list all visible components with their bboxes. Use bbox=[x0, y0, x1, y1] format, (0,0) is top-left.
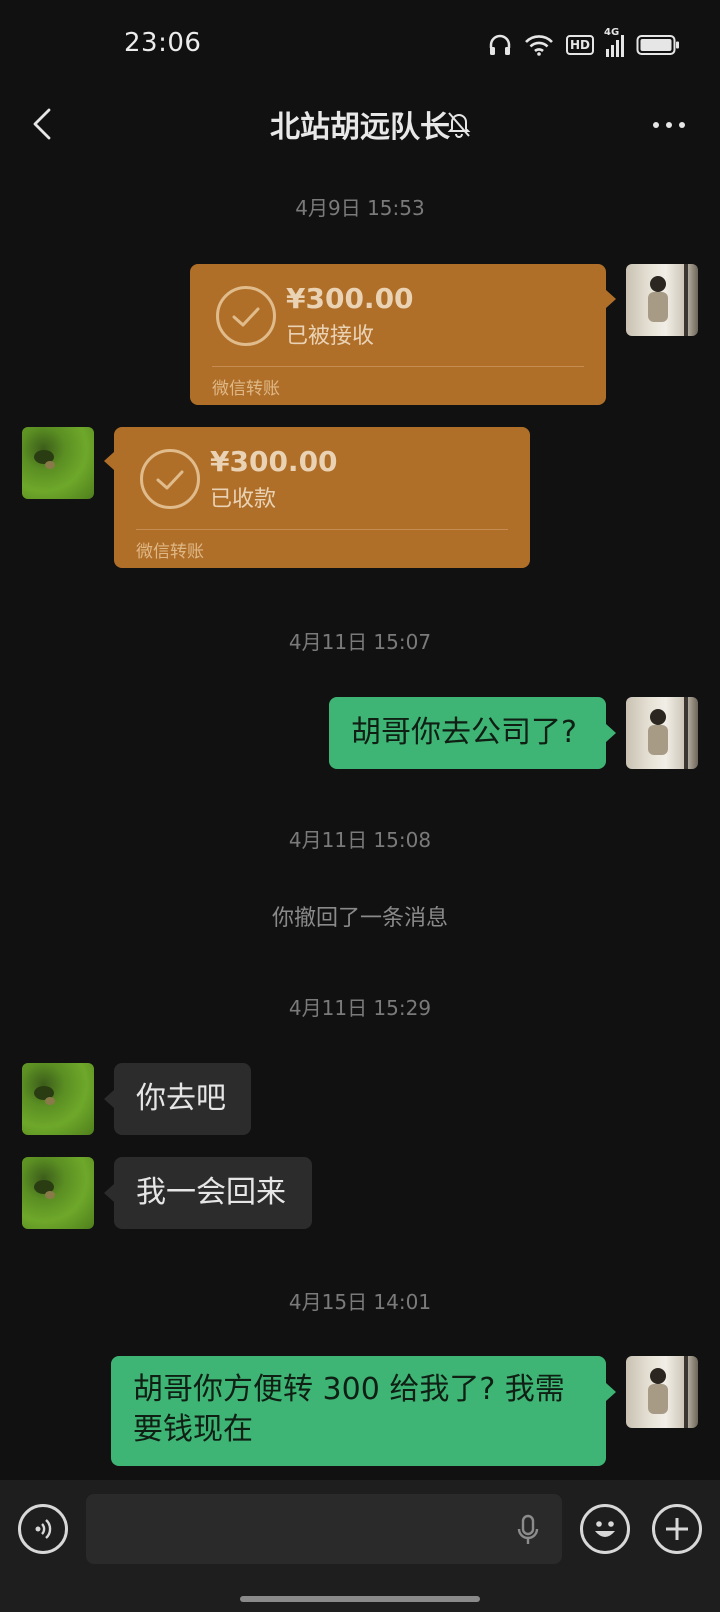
emoji-button[interactable] bbox=[580, 1504, 630, 1554]
transfer-card[interactable]: ¥300.00 已收款 微信转账 bbox=[114, 427, 530, 568]
message-bubble-received[interactable]: 我一会回来 bbox=[114, 1157, 312, 1229]
timestamp: 4月15日 14:01 bbox=[288, 1290, 432, 1314]
transfer-amount: ¥300.00 bbox=[210, 445, 338, 478]
check-circle-icon bbox=[140, 449, 200, 509]
add-more-button[interactable] bbox=[652, 1504, 702, 1554]
chat-title: 北站胡远队长 bbox=[270, 110, 450, 145]
status-time: 23:06 bbox=[124, 28, 202, 58]
headphones-icon bbox=[489, 34, 511, 55]
transfer-card[interactable]: ¥300.00 已被接收 微信转账 bbox=[190, 264, 606, 405]
voice-icon bbox=[35, 1519, 52, 1539]
wifi-icon bbox=[525, 35, 553, 56]
contact-avatar[interactable] bbox=[22, 427, 94, 499]
microphone-icon[interactable] bbox=[516, 1514, 540, 1546]
status-icons: HD 4G bbox=[488, 27, 680, 60]
message-bubble-sent[interactable]: 胡哥你方便转 300 给我了? 我需要钱现在 bbox=[111, 1356, 606, 1466]
plus-icon bbox=[666, 1518, 688, 1540]
emoji-icon bbox=[595, 1521, 615, 1537]
contact-avatar[interactable] bbox=[22, 1063, 94, 1135]
timestamp: 4月11日 15:29 bbox=[288, 996, 432, 1020]
status-bar: 23:06 HD 4G bbox=[0, 0, 720, 90]
self-avatar[interactable] bbox=[626, 1356, 698, 1428]
message-input[interactable] bbox=[86, 1494, 562, 1564]
contact-avatar[interactable] bbox=[22, 1157, 94, 1229]
battery-icon bbox=[636, 35, 679, 55]
more-options-button[interactable] bbox=[644, 110, 694, 140]
home-indicator[interactable] bbox=[240, 1596, 480, 1602]
check-circle-icon bbox=[216, 286, 276, 346]
self-avatar[interactable] bbox=[626, 264, 698, 336]
message-bubble-sent[interactable]: 胡哥你去公司了? bbox=[329, 697, 606, 769]
transfer-label: 微信转账 bbox=[136, 542, 204, 562]
timestamp: 4月9日 15:53 bbox=[295, 196, 425, 220]
timestamp: 4月11日 15:07 bbox=[288, 630, 432, 654]
chat-header: 北站胡远队长 bbox=[0, 90, 720, 160]
transfer-amount: ¥300.00 bbox=[286, 282, 414, 315]
more-icon bbox=[653, 122, 685, 128]
input-bar bbox=[0, 1480, 720, 1612]
signal-indicator: 4G bbox=[604, 27, 624, 57]
transfer-status: 已被接收 bbox=[286, 324, 375, 349]
bell-off-icon bbox=[447, 112, 471, 138]
timestamp: 4月11日 15:08 bbox=[288, 828, 432, 852]
transfer-status: 已收款 bbox=[210, 487, 277, 512]
transfer-label: 微信转账 bbox=[212, 379, 280, 399]
hd-badge: HD bbox=[565, 35, 594, 55]
voice-toggle-button[interactable] bbox=[18, 1504, 68, 1554]
self-avatar[interactable] bbox=[626, 697, 698, 769]
recall-notice: 你撤回了一条消息 bbox=[271, 906, 448, 931]
message-bubble-received[interactable]: 你去吧 bbox=[114, 1063, 251, 1135]
network-label: 4G bbox=[604, 27, 620, 38]
